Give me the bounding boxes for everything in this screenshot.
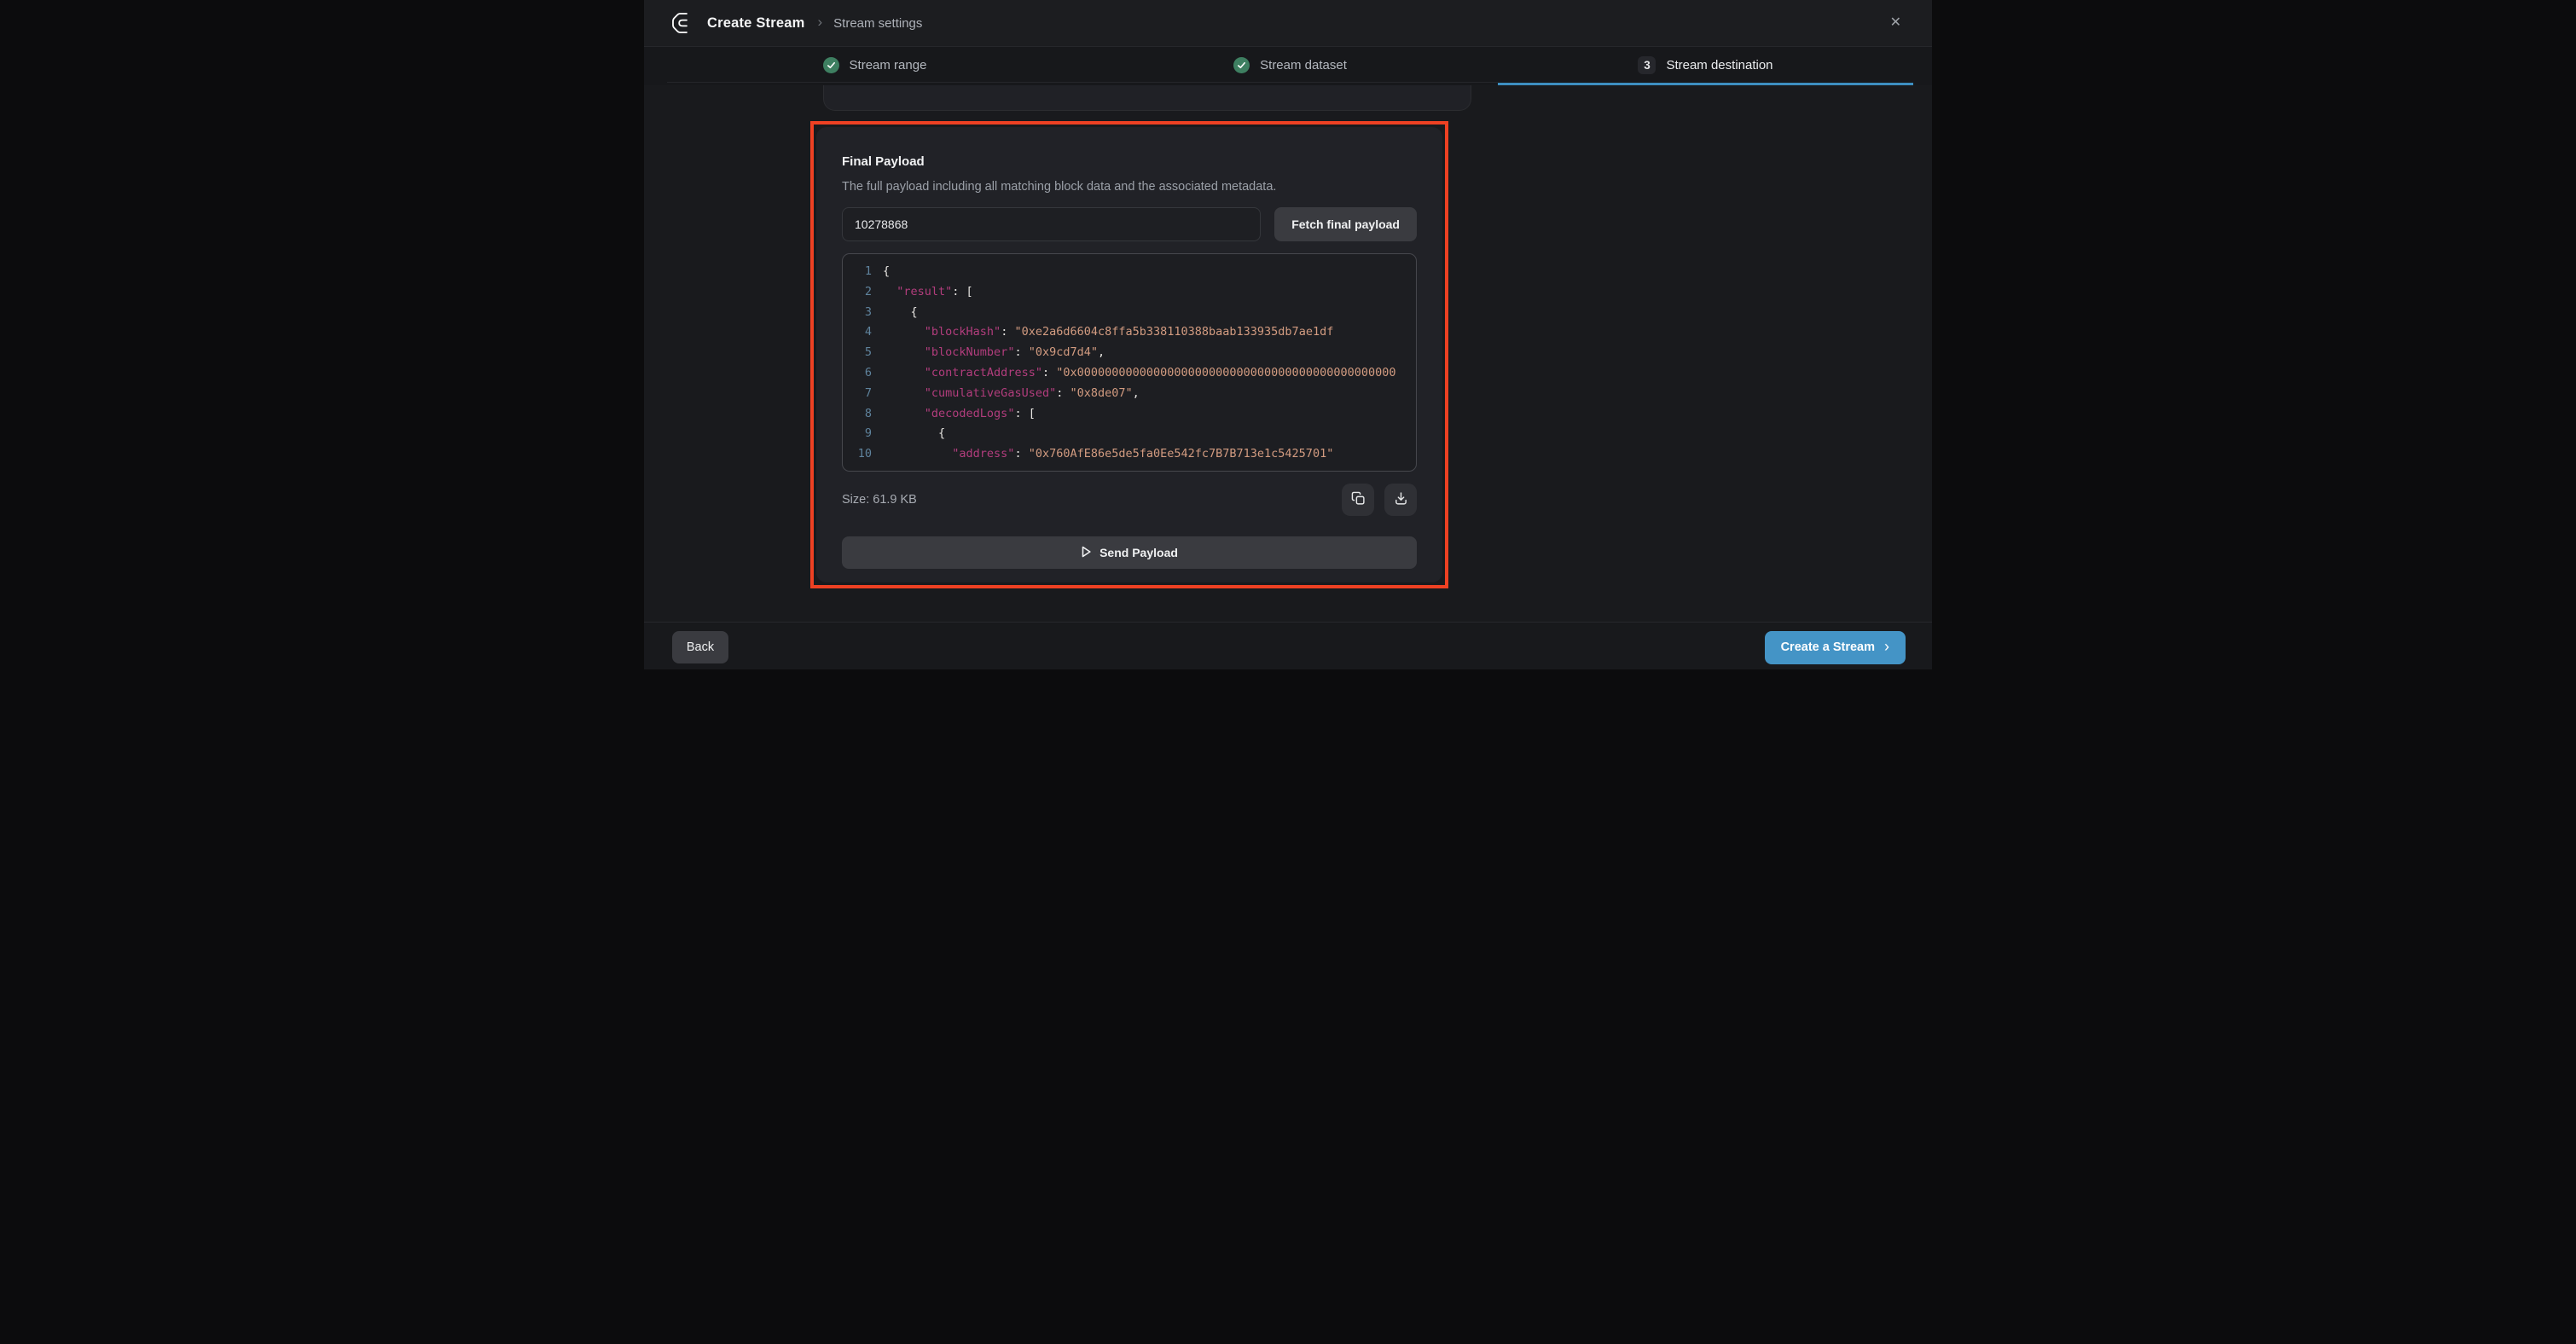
step-label: Stream range: [850, 58, 927, 72]
app-logo-icon: [670, 12, 695, 34]
stepper: Stream range Stream dataset 3 Stream destin…: [644, 47, 1932, 85]
line-number: 9: [843, 424, 872, 444]
create-stream-window: Create Stream › Stream settings ✕ Stream…: [644, 0, 1932, 672]
step-complete-check-icon: [823, 57, 839, 73]
code-line: 5 "blockNumber": "0x9cd7d4",: [843, 343, 1416, 363]
line-number: 7: [843, 384, 872, 404]
app-header: Create Stream › Stream settings ✕: [644, 0, 1932, 47]
payload-size-row: Size: 61.9 KB: [842, 484, 1417, 516]
code-text: {: [872, 424, 945, 444]
copy-icon: [1351, 491, 1366, 508]
code-text: {: [872, 303, 918, 323]
payload-size-label: Size: 61.9 KB: [842, 493, 917, 507]
step-complete-check-icon: [1233, 57, 1250, 73]
final-payload-card: Final Payload The full payload including…: [816, 127, 1442, 582]
code-line: 10 "address": "0x760AfE86e5de5fa0Ee542fc…: [843, 444, 1416, 465]
code-line: 8 "decodedLogs": [: [843, 404, 1416, 425]
stepper-step-1[interactable]: Stream range: [667, 47, 1082, 85]
line-number: 8: [843, 404, 872, 425]
code-text: "blockHash": "0xe2a6d6604c8ffa5b33811038…: [872, 322, 1333, 343]
line-number: 1: [843, 262, 872, 282]
line-number: 6: [843, 363, 872, 384]
line-number: 5: [843, 343, 872, 363]
code-line: 3 {: [843, 303, 1416, 323]
step-label: Stream dataset: [1260, 58, 1347, 72]
download-button[interactable]: [1384, 484, 1417, 516]
back-button[interactable]: Back: [672, 631, 728, 663]
line-number: 4: [843, 322, 872, 343]
code-text: "blockNumber": "0x9cd7d4",: [872, 343, 1105, 363]
close-button[interactable]: ✕: [1885, 11, 1906, 35]
step-number-badge: 3: [1638, 56, 1656, 74]
block-input-row: Fetch final payload: [842, 207, 1417, 241]
line-number: 3: [843, 303, 872, 323]
footer-bar: Back Create a Stream ›: [644, 622, 1932, 672]
code-text: "cumulativeGasUsed": "0x8de07",: [872, 384, 1140, 404]
code-line: 9 {: [843, 424, 1416, 444]
highlight-outline: Final Payload The full payload including…: [810, 121, 1448, 588]
breadcrumb-chevron-icon: ›: [818, 14, 823, 31]
page-title: Create Stream: [707, 15, 805, 32]
payload-code-block[interactable]: 1{2 "result": [3 {4 "blockHash": "0xe2a6…: [842, 253, 1417, 472]
block-number-input[interactable]: [842, 207, 1261, 241]
create-stream-label: Create a Stream: [1781, 640, 1875, 654]
code-text: "decodedLogs": [: [872, 404, 1036, 425]
stepper-step-2[interactable]: Stream dataset: [1082, 47, 1498, 85]
code-text: {: [872, 262, 890, 282]
code-line: 7 "cumulativeGasUsed": "0x8de07",: [843, 384, 1416, 404]
fetch-final-payload-button[interactable]: Fetch final payload: [1274, 207, 1417, 241]
breadcrumb: Stream settings: [833, 16, 922, 31]
code-text: "address": "0x760AfE86e5de5fa0Ee542fc7B7…: [872, 444, 1333, 465]
code-line: 1{: [843, 262, 1416, 282]
copy-button[interactable]: [1342, 484, 1374, 516]
chevron-right-icon: ›: [1884, 639, 1889, 654]
create-stream-button[interactable]: Create a Stream ›: [1765, 631, 1906, 664]
code-text: "result": [: [872, 282, 973, 303]
code-text: "contractAddress": "0x000000000000000000…: [872, 363, 1395, 384]
previous-section-card: [823, 85, 1471, 111]
step-label: Stream destination: [1666, 58, 1772, 72]
send-payload-button[interactable]: Send Payload: [842, 536, 1417, 569]
download-icon: [1394, 491, 1408, 508]
code-line: 6 "contractAddress": "0x0000000000000000…: [843, 363, 1416, 384]
line-number: 10: [843, 444, 872, 465]
play-icon: [1081, 546, 1092, 560]
payload-action-buttons: [1342, 484, 1417, 516]
final-payload-title: Final Payload: [842, 154, 1417, 169]
line-number: 2: [843, 282, 872, 303]
stepper-step-3[interactable]: 3 Stream destination: [1498, 47, 1913, 85]
final-payload-description: The full payload including all matching …: [842, 180, 1417, 194]
main-content: Final Payload The full payload including…: [644, 85, 1932, 622]
code-line: 4 "blockHash": "0xe2a6d6604c8ffa5b338110…: [843, 322, 1416, 343]
send-payload-label: Send Payload: [1099, 546, 1178, 559]
code-line: 2 "result": [: [843, 282, 1416, 303]
